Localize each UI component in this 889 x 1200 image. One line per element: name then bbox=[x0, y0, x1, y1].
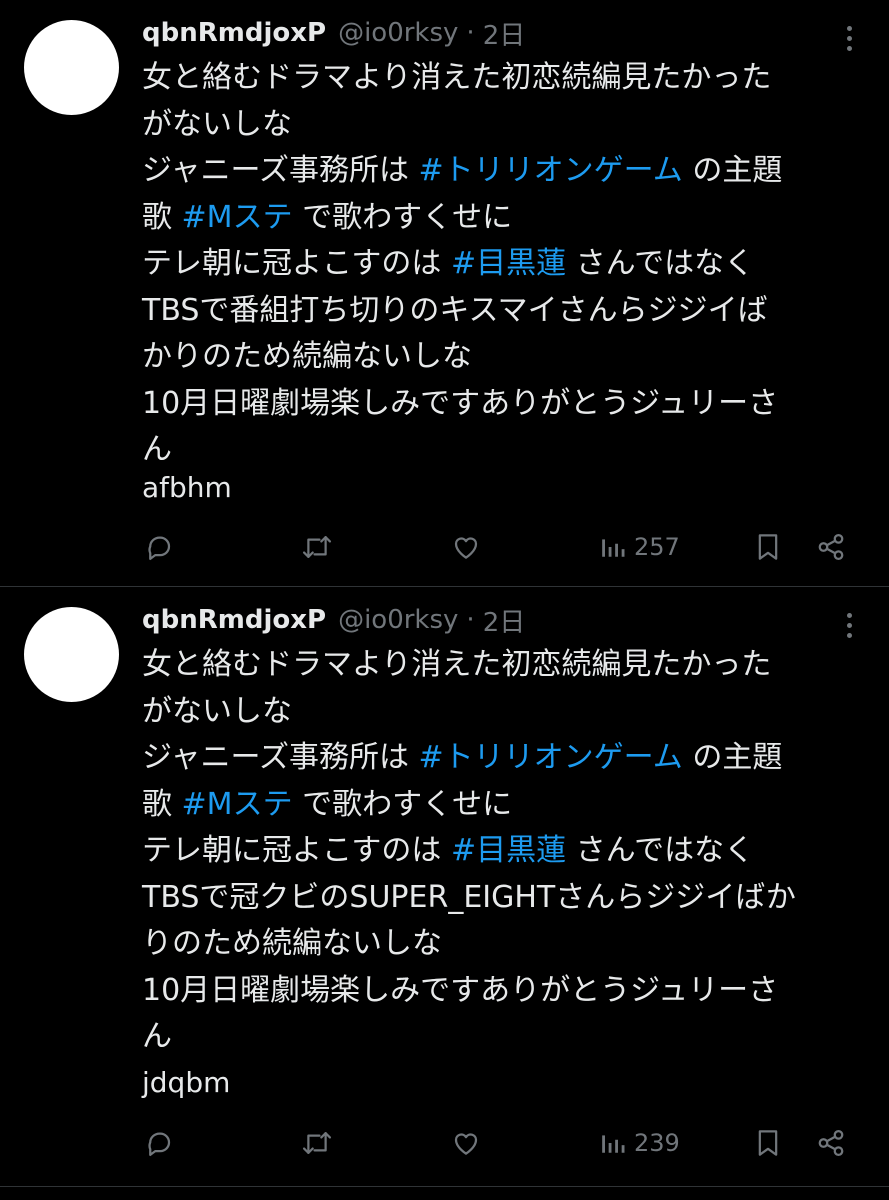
user-handle[interactable]: @io0rksy bbox=[338, 605, 458, 635]
bookmark-icon bbox=[758, 1130, 778, 1156]
tweet-text-segment: ジャニーズ事務所は bbox=[142, 153, 419, 188]
like-icon bbox=[454, 537, 478, 559]
tweet-text-line: りのため続編ないしな bbox=[142, 921, 872, 968]
tweet-text-segment: ん bbox=[142, 432, 172, 467]
views-icon bbox=[602, 539, 625, 557]
views-count: 257 bbox=[634, 533, 680, 561]
views-count: 239 bbox=[634, 1129, 680, 1157]
divider bbox=[0, 1186, 889, 1187]
bookmark-button[interactable] bbox=[754, 1123, 782, 1163]
retweet-icon bbox=[302, 536, 332, 558]
reply-button[interactable] bbox=[144, 1123, 174, 1163]
tweet-text-segment: さんではなく bbox=[566, 833, 755, 868]
tweet-header: qbnRmdjoxP @io0rksy · 2日 bbox=[142, 601, 525, 639]
share-button[interactable] bbox=[816, 1123, 846, 1163]
reply-icon bbox=[148, 536, 171, 560]
hashtag-link[interactable]: #目黒蓮 bbox=[451, 833, 566, 868]
tweet-text-segment: の主題 bbox=[682, 740, 783, 775]
tweet-text-line: テレ朝に冠よこすのは #目黒蓮 さんではなく bbox=[142, 241, 872, 288]
tweet-signature: afbhm bbox=[142, 471, 232, 504]
tweet-text-segment: TBSで冠クビのSUPER_EIGHTさんらジジイばか bbox=[142, 879, 796, 915]
retweet-button[interactable] bbox=[301, 527, 333, 567]
tweet-text-line: 歌 #Mステ で歌わすくせに bbox=[142, 195, 872, 242]
tweet-text-line: ジャニーズ事務所は #トリリオンゲーム の主題 bbox=[142, 735, 872, 782]
timestamp[interactable]: 2日 bbox=[483, 15, 526, 52]
tweet-text-line: ん bbox=[142, 427, 872, 474]
tweet-text-segment: りのため続編ないしな bbox=[142, 926, 442, 961]
avatar[interactable] bbox=[24, 20, 119, 115]
tweet-text-line: 女と絡むドラマより消えた初恋続編見たかった bbox=[142, 642, 872, 689]
tweet-text-segment: の主題 bbox=[682, 153, 783, 188]
tweet-text-line: 女と絡むドラマより消えた初恋続編見たかった bbox=[142, 55, 872, 102]
share-icon bbox=[818, 534, 844, 560]
like-button[interactable] bbox=[450, 527, 482, 567]
bookmark-button[interactable] bbox=[754, 527, 782, 567]
tweet[interactable]: qbnRmdjoxP @io0rksy · 2日 女と絡むドラマより消えた初恋続… bbox=[0, 587, 889, 1185]
views-button[interactable]: 257 bbox=[600, 527, 680, 567]
retweet-icon bbox=[302, 1132, 332, 1154]
tweet-text-segment: がないしな bbox=[142, 106, 292, 142]
tweet-text-segment: がないしな bbox=[142, 693, 292, 729]
hashtag-link[interactable]: #目黒蓮 bbox=[451, 246, 566, 281]
tweet-text-line: TBSで番組打ち切りのキスマイさんらジジイば bbox=[142, 288, 872, 335]
user-handle[interactable]: @io0rksy bbox=[338, 18, 458, 48]
tweet-text-segment: TBSで番組打ち切りのキスマイさんらジジイば bbox=[142, 292, 768, 328]
tweet-text-segment: 歌 bbox=[142, 786, 182, 822]
tweet-signature: jdqbm bbox=[142, 1066, 231, 1099]
display-name[interactable]: qbnRmdjoxP bbox=[142, 18, 326, 48]
share-icon bbox=[818, 1130, 844, 1156]
hashtag-link[interactable]: #トリリオンゲーム bbox=[419, 153, 683, 188]
avatar[interactable] bbox=[24, 607, 119, 702]
hashtag-link[interactable]: #Mステ bbox=[182, 787, 293, 822]
tweet-text-segment: 女と絡むドラマより消えた初恋続編見たかった bbox=[142, 60, 772, 95]
tweet-text-segment: で歌わすくせに bbox=[292, 199, 513, 235]
bookmark-icon bbox=[758, 534, 778, 560]
tweet-text-line: がないしな bbox=[142, 102, 872, 149]
tweet[interactable]: qbnRmdjoxP @io0rksy · 2日 女と絡むドラマより消えた初恋続… bbox=[0, 0, 889, 586]
retweet-button[interactable] bbox=[301, 1123, 333, 1163]
like-icon bbox=[454, 1133, 478, 1155]
tweet-text-segment: かりのため続編ないしな bbox=[142, 339, 472, 374]
tweet-text-line: 10月日曜劇場楽しみですありがとうジュリーさ bbox=[142, 381, 872, 428]
hashtag-link[interactable]: #トリリオンゲーム bbox=[419, 740, 683, 775]
tweet-text-line: ん bbox=[142, 1014, 872, 1061]
action-bar: 239 bbox=[0, 1123, 889, 1163]
tweet-text-line: 歌 #Mステ で歌わすくせに bbox=[142, 782, 872, 829]
tweet-text-line: TBSで冠クビのSUPER_EIGHTさんらジジイばか bbox=[142, 875, 872, 922]
tweet-text-line: がないしな bbox=[142, 689, 872, 736]
tweet-text-segment: 歌 bbox=[142, 199, 182, 235]
share-button[interactable] bbox=[816, 527, 846, 567]
tweet-text-segment: テレ朝に冠よこすのは bbox=[142, 833, 451, 868]
tweet-header: qbnRmdjoxP @io0rksy · 2日 bbox=[142, 14, 525, 52]
reply-icon bbox=[148, 1132, 171, 1156]
display-name[interactable]: qbnRmdjoxP bbox=[142, 605, 326, 635]
tweet-text-segment: テレ朝に冠よこすのは bbox=[142, 246, 451, 281]
tweet-text-segment: ん bbox=[142, 1019, 172, 1054]
like-button[interactable] bbox=[450, 1123, 482, 1163]
more-icon[interactable] bbox=[838, 607, 860, 643]
tweet-text-line: テレ朝に冠よこすのは #目黒蓮 さんではなく bbox=[142, 828, 872, 875]
tweet-text-segment: ジャニーズ事務所は bbox=[142, 740, 419, 775]
tweet-text-segment: さんではなく bbox=[566, 246, 755, 281]
reply-button[interactable] bbox=[144, 527, 174, 567]
views-icon bbox=[602, 1135, 625, 1153]
tweet-text: 女と絡むドラマより消えた初恋続編見たかった がないしなジャニーズ事務所は #トリリ… bbox=[142, 642, 872, 1061]
more-icon[interactable] bbox=[838, 20, 860, 56]
separator-dot: · bbox=[466, 18, 475, 48]
tweet-text-line: かりのため続編ないしな bbox=[142, 334, 872, 381]
tweet-text-segment: で歌わすくせに bbox=[292, 786, 513, 822]
tweet-text: 女と絡むドラマより消えた初恋続編見たかった がないしなジャニーズ事務所は #トリリ… bbox=[142, 55, 872, 474]
tweet-text-line: 10月日曜劇場楽しみですありがとうジュリーさ bbox=[142, 968, 872, 1015]
hashtag-link[interactable]: #Mステ bbox=[182, 200, 293, 235]
timestamp[interactable]: 2日 bbox=[483, 602, 526, 639]
tweet-text-segment: 10月日曜劇場楽しみですありがとうジュリーさ bbox=[142, 385, 779, 421]
separator-dot: · bbox=[466, 605, 475, 635]
tweet-text-segment: 女と絡むドラマより消えた初恋続編見たかった bbox=[142, 647, 772, 682]
tweet-text-line: ジャニーズ事務所は #トリリオンゲーム の主題 bbox=[142, 148, 872, 195]
tweet-text-segment: 10月日曜劇場楽しみですありがとうジュリーさ bbox=[142, 972, 779, 1008]
views-button[interactable]: 239 bbox=[600, 1123, 680, 1163]
action-bar: 257 bbox=[0, 527, 889, 567]
